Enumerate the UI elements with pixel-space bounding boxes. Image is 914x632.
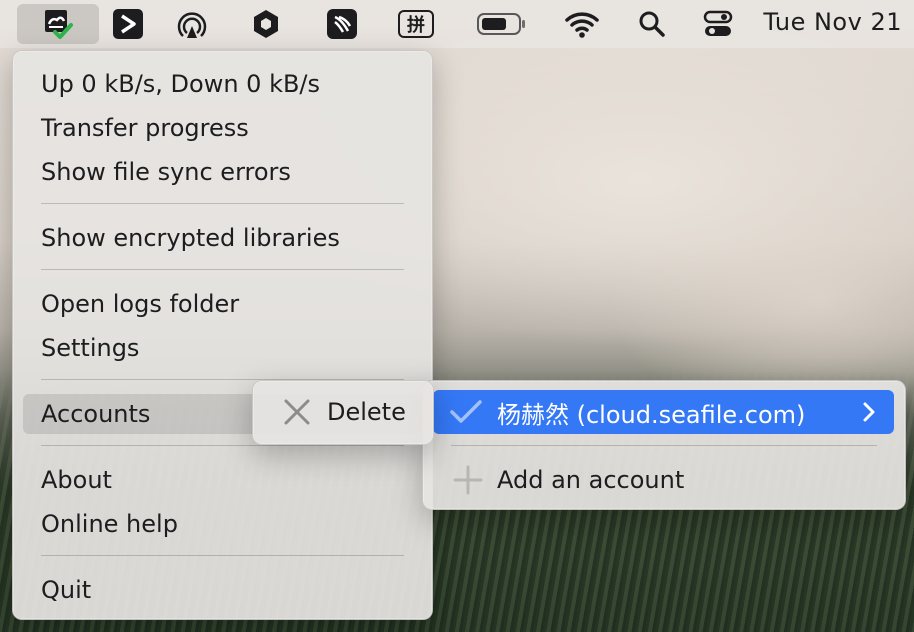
airdrop-icon	[177, 12, 207, 38]
spotlight-button[interactable]	[632, 4, 672, 44]
input-method-icon: 拼	[398, 10, 434, 38]
menu-item-transfer-progress[interactable]: Transfer progress	[23, 108, 422, 148]
plus-icon	[453, 465, 483, 495]
menu-item-about[interactable]: About	[23, 460, 422, 500]
control-center-button[interactable]	[698, 4, 738, 44]
menu-separator	[451, 445, 877, 446]
menu-item-quit[interactable]: Quit	[23, 570, 422, 610]
accounts-submenu: 杨赫然 (cloud.seafile.com) Add an account	[422, 380, 906, 510]
menu-item-settings[interactable]: Settings	[23, 328, 422, 368]
menu-item-online-help[interactable]: Online help	[23, 504, 422, 544]
wifi-button[interactable]	[562, 4, 602, 44]
spotlight-search-icon	[639, 11, 665, 37]
menu-separator	[41, 269, 404, 270]
menu-item-encrypted-libraries[interactable]: Show encrypted libraries	[23, 218, 422, 258]
input-method-button[interactable]: 拼	[396, 4, 436, 44]
menu-separator	[41, 555, 404, 556]
checkmark-icon	[450, 400, 482, 423]
battery-icon	[477, 13, 525, 35]
input-method-glyph: 拼	[407, 15, 425, 36]
hexagon-app-button[interactable]	[246, 4, 286, 44]
delete-account-item[interactable]: Delete	[261, 392, 425, 432]
feather-app-icon	[327, 9, 357, 39]
delete-label: Delete	[327, 398, 406, 426]
seafile-dropdown-menu: Up 0 kB/s, Down 0 kB/s Transfer progress…	[12, 50, 433, 620]
menu-separator	[41, 445, 404, 446]
menu-bar: 拼 Tue Nov 21	[0, 0, 914, 48]
hexagon-app-icon	[254, 10, 278, 38]
seafile-icon	[45, 10, 73, 39]
airdrop-button[interactable]	[172, 4, 212, 44]
bluetooth-play-button[interactable]	[108, 4, 148, 44]
account-item-selected[interactable]: 杨赫然 (cloud.seafile.com)	[433, 390, 894, 434]
chevron-right-icon	[863, 402, 875, 422]
add-account-label: Add an account	[497, 466, 685, 494]
menu-item-transfer-rate: Up 0 kB/s, Down 0 kB/s	[41, 70, 321, 98]
menu-item-open-logs[interactable]: Open logs folder	[23, 284, 422, 324]
account-actions-submenu: Delete	[252, 380, 434, 445]
control-center-icon	[703, 10, 733, 36]
seafile-menubar-button[interactable]	[17, 4, 99, 44]
account-name: 杨赫然 (cloud.seafile.com)	[497, 400, 806, 429]
menu-item-sync-errors[interactable]: Show file sync errors	[23, 152, 422, 192]
feather-app-button[interactable]	[322, 4, 362, 44]
menubar-clock[interactable]: Tue Nov 21	[763, 8, 902, 36]
menu-separator	[41, 203, 404, 204]
battery-button[interactable]	[474, 4, 530, 44]
add-account-item[interactable]: Add an account	[433, 460, 895, 500]
close-icon	[284, 399, 310, 425]
bluetooth-play-icon	[113, 9, 143, 39]
wifi-icon	[565, 12, 599, 38]
